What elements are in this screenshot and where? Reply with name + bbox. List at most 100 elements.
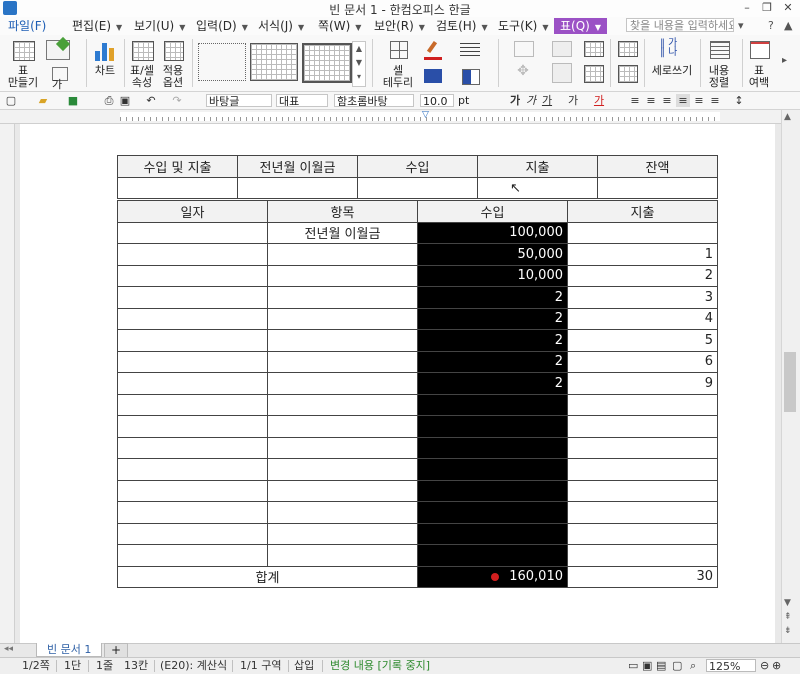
zoom-in-icon[interactable]: ⊕ (772, 658, 781, 674)
ledger-date-cell[interactable] (117, 221, 268, 244)
status-track-changes[interactable]: 변경 내용 [기록 중지] (330, 658, 430, 674)
menu-insert[interactable]: 입력(D) ▼ (196, 18, 248, 34)
menu-security[interactable]: 보안(R) ▼ (374, 18, 425, 34)
align-right-icon[interactable]: ≡ (676, 94, 690, 107)
ledger-income-cell[interactable]: 2 (417, 286, 568, 309)
ledger-item-cell[interactable] (267, 501, 418, 524)
table-style-preset-2[interactable] (250, 43, 298, 81)
ledger-date-cell[interactable] (117, 393, 268, 416)
save-icon[interactable]: ■ (66, 94, 80, 107)
ledger-income-cell[interactable] (417, 501, 568, 524)
menu-edit[interactable]: 편집(E) ▼ (72, 18, 122, 34)
ledger-date-cell[interactable] (117, 243, 268, 266)
ledger-item-cell[interactable] (267, 329, 418, 352)
summary-value-cell[interactable] (477, 176, 598, 199)
ledger-date-cell[interactable] (117, 436, 268, 459)
align-justify-icon[interactable]: ≡ (628, 94, 642, 107)
ledger-date-cell[interactable] (117, 286, 268, 309)
table-style-preset-1[interactable] (198, 43, 246, 81)
table-style-preset-3[interactable] (302, 43, 352, 83)
view-normal-icon[interactable]: ▭ (628, 658, 638, 674)
total-income-cell[interactable]: 160,010 (417, 565, 568, 588)
line-spacing-icon[interactable]: ↕ (732, 94, 746, 107)
underline-button[interactable]: 가 (540, 94, 554, 107)
delete-column-icon[interactable] (618, 65, 638, 83)
ledger-item-cell[interactable] (267, 415, 418, 438)
redo-icon[interactable]: ↷ (170, 94, 184, 107)
document-tab[interactable]: 빈 문서 1 (36, 643, 103, 657)
minimize-button[interactable]: – (739, 1, 755, 15)
vertical-ruler[interactable] (0, 124, 15, 643)
content-align-icon[interactable] (710, 41, 730, 59)
ledger-item-cell[interactable]: 전년월 이월금 (267, 221, 418, 244)
split-cell-icon[interactable] (552, 63, 572, 83)
menu-table[interactable]: 표(Q) ▼ (554, 18, 608, 34)
horizontal-ruler[interactable]: ▽ (0, 110, 800, 124)
ledger-item-cell[interactable] (267, 307, 418, 330)
ledger-expense-cell[interactable] (567, 415, 718, 438)
search-input[interactable]: 찾을 내용을 입력하세요 (626, 18, 734, 32)
zoom-select[interactable]: 125% (706, 659, 756, 673)
ledger-date-cell[interactable] (117, 522, 268, 545)
menu-tools[interactable]: 도구(K) ▼ (498, 18, 548, 34)
ribbon-more-icon[interactable]: ▸ (782, 55, 787, 66)
ledger-expense-cell[interactable]: 2 (567, 264, 718, 287)
total-expense-cell[interactable]: 30 (567, 565, 718, 588)
table-margin-icon[interactable] (750, 41, 770, 59)
view-fit-icon[interactable]: ▢ (672, 658, 682, 674)
style-select[interactable]: 바탕글 (206, 94, 272, 107)
summary-header-cell[interactable]: 수입 (357, 155, 478, 178)
zoom-icon[interactable]: ⌕ (690, 658, 696, 674)
language-select[interactable]: 대표 (276, 94, 328, 107)
search-dropdown-icon[interactable]: ▾ (738, 19, 744, 32)
new-document-icon[interactable]: ▢ (4, 94, 18, 107)
status-page[interactable]: 1/2쪽 (22, 658, 50, 674)
ledger-income-cell[interactable]: 2 (417, 307, 568, 330)
ledger-item-cell[interactable] (267, 393, 418, 416)
align-divide-icon[interactable]: ≡ (708, 94, 722, 107)
menu-format[interactable]: 서식(J) ▼ (258, 18, 304, 34)
print-preview-icon[interactable]: ▣ (118, 94, 132, 107)
ledger-date-cell[interactable] (117, 329, 268, 352)
ledger-item-cell[interactable] (267, 286, 418, 309)
ledger-date-cell[interactable] (117, 372, 268, 395)
ledger-expense-cell[interactable]: 3 (567, 286, 718, 309)
ledger-expense-cell[interactable]: 5 (567, 329, 718, 352)
ledger-expense-cell[interactable]: 1 (567, 243, 718, 266)
ledger-item-cell[interactable] (267, 264, 418, 287)
ledger-expense-cell[interactable] (567, 522, 718, 545)
border-type-icon[interactable] (460, 43, 480, 57)
page-down-icon[interactable]: ⇟ (784, 626, 792, 636)
ledger-expense-cell[interactable] (567, 544, 718, 567)
ledger-date-cell[interactable] (117, 350, 268, 373)
ledger-item-cell[interactable] (267, 436, 418, 459)
tab-marker-icon[interactable]: ▽ (422, 110, 429, 120)
tab-scroll-left-icon[interactable]: ◂◂ (4, 644, 13, 654)
scroll-up-icon[interactable]: ▲ (784, 112, 791, 122)
menu-page[interactable]: 쪽(W) ▼ (318, 18, 361, 34)
align-left-icon[interactable]: ≡ (644, 94, 658, 107)
ledger-income-cell[interactable]: 50,000 (417, 243, 568, 266)
font-select[interactable]: 함초롬바탕 (334, 94, 414, 107)
add-tab-button[interactable]: + (104, 643, 128, 658)
ledger-expense-cell[interactable] (567, 479, 718, 502)
merge-cells-icon[interactable]: ✥ (514, 63, 532, 81)
ledger-expense-cell[interactable] (567, 501, 718, 524)
ledger-income-cell[interactable]: 10,000 (417, 264, 568, 287)
view-page-icon[interactable]: ▣ (642, 658, 652, 674)
equal-height-icon[interactable] (584, 41, 604, 57)
summary-value-cell[interactable] (597, 176, 718, 199)
align-distribute-icon[interactable]: ≡ (692, 94, 706, 107)
strike-button[interactable]: 가 (566, 94, 580, 107)
ledger-income-cell[interactable] (417, 436, 568, 459)
ledger-item-cell[interactable] (267, 350, 418, 373)
ledger-header-date[interactable]: 일자 (117, 200, 268, 223)
chart-icon[interactable] (94, 41, 116, 61)
ledger-date-cell[interactable] (117, 479, 268, 502)
page-up-icon[interactable]: ⇞ (784, 612, 792, 622)
ledger-expense-cell[interactable] (567, 436, 718, 459)
cell-shade-icon[interactable] (462, 69, 480, 85)
ledger-income-cell[interactable] (417, 458, 568, 481)
ledger-expense-cell[interactable]: 6 (567, 350, 718, 373)
summary-header-cell[interactable]: 수입 및 지출 (117, 155, 238, 178)
